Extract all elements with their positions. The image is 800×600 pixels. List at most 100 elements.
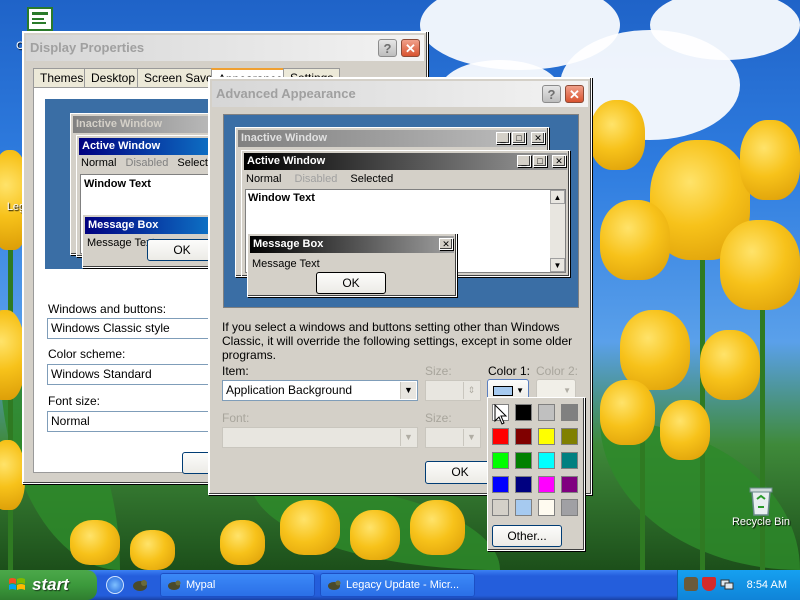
color-swatch[interactable] — [538, 404, 555, 421]
windows-buttons-label: Windows and buttons: — [48, 302, 167, 316]
cursor-arrow-icon — [494, 404, 508, 425]
security-shield-icon[interactable] — [702, 577, 716, 591]
minimize-icon: _ — [517, 155, 531, 167]
display-properties-titlebar[interactable]: Display Properties ? ✕ — [26, 35, 424, 61]
menu-normal: Normal — [81, 157, 117, 169]
system-tray: 8:54 AM — [677, 570, 800, 600]
item-select[interactable]: Application Background ▼ — [222, 380, 418, 401]
color-swatch[interactable] — [538, 476, 555, 493]
color-swatch[interactable] — [492, 428, 509, 445]
task-label: Legacy Update - Micr... — [346, 579, 460, 591]
info-text: If you select a windows and buttons sett… — [222, 320, 573, 362]
tulip — [410, 500, 465, 555]
tulip — [130, 530, 175, 570]
minimize-icon: _ — [496, 132, 510, 144]
taskbar: start Mypal Legacy Update - Micr... 8:54… — [0, 570, 800, 600]
menu-normal: Normal — [246, 173, 282, 185]
color-palette-popup: Other... — [487, 397, 585, 551]
tulip — [70, 520, 120, 565]
close-button[interactable]: ✕ — [565, 85, 584, 103]
menu-disabled: Disabled — [294, 173, 338, 185]
close-icon: ✕ — [531, 132, 545, 144]
font-label: Font: — [222, 411, 250, 425]
mypal-quicklaunch-icon[interactable] — [131, 576, 149, 594]
tulip — [220, 520, 265, 565]
clock[interactable]: 8:54 AM — [747, 570, 787, 600]
menu-selected: Selected — [350, 173, 394, 185]
internet-explorer-icon[interactable] — [106, 576, 124, 594]
window-text: Window Text — [84, 178, 151, 190]
stem — [760, 300, 765, 570]
color-swatch[interactable] — [492, 499, 509, 516]
network-icon[interactable] — [720, 577, 734, 591]
color-swatch[interactable] — [538, 452, 555, 469]
preview-inactive-title: Inactive Window — [73, 116, 229, 133]
size-spinner: ⇕ — [425, 380, 481, 401]
color-swatch[interactable] — [492, 452, 509, 469]
taskbar-item-legacy-update[interactable]: Legacy Update - Micr... — [320, 573, 475, 597]
tulip — [590, 100, 645, 170]
appearance-preview: Inactive Window Active Window Normal Dis… — [45, 99, 238, 269]
color-swatch[interactable] — [538, 428, 555, 445]
document-icon — [25, 6, 55, 34]
start-label: start — [32, 575, 69, 594]
ok-button[interactable]: OK — [425, 461, 495, 484]
font-select: ▼ — [222, 427, 418, 448]
tulip — [720, 220, 800, 310]
close-button[interactable]: ✕ — [401, 39, 420, 57]
taskbar-item-mypal[interactable]: Mypal — [160, 573, 315, 597]
item-select-value: Application Background — [226, 383, 353, 397]
size-label: Size: — [425, 364, 452, 378]
chevron-down-icon: ▼ — [400, 429, 416, 446]
tray-app-icon[interactable] — [684, 577, 698, 591]
font-size-label: Font size: — [48, 394, 101, 408]
other-colors-button[interactable]: Other... — [492, 525, 562, 547]
color-swatch[interactable] — [515, 404, 532, 421]
preview-message-box: Message Box ✕ Message Text OK — [247, 233, 457, 297]
font-size-select: ▼ — [425, 427, 481, 448]
preview-ok-button: OK — [147, 239, 217, 261]
tulip — [740, 120, 800, 200]
color-swatch[interactable] — [561, 428, 578, 445]
message-text: Message Text — [252, 258, 320, 270]
desktop-icon-recycle-bin[interactable]: Recycle Bin — [726, 485, 796, 528]
maximize-icon: □ — [533, 155, 547, 167]
advanced-appearance-titlebar[interactable]: Advanced Appearance ? ✕ — [212, 81, 588, 107]
close-icon: ✕ — [552, 155, 566, 167]
desktop-icon-label: Recycle Bin — [731, 516, 791, 528]
message-box-title: Message Box — [250, 236, 454, 253]
color-scheme-select[interactable]: Windows Standard — [47, 364, 223, 385]
menu-disabled: Disabled — [125, 157, 169, 169]
color-swatch[interactable] — [492, 476, 509, 493]
spinner-icon: ⇕ — [463, 382, 479, 399]
color-swatch[interactable] — [561, 452, 578, 469]
color-swatch[interactable] — [515, 499, 532, 516]
color1-label: Color 1: — [488, 364, 531, 378]
color-swatch[interactable] — [561, 499, 578, 516]
windows-buttons-select[interactable]: Windows Classic style — [47, 318, 223, 339]
tulip — [600, 200, 670, 280]
start-button[interactable]: start — [0, 570, 97, 600]
preview-ok-button: OK — [316, 272, 386, 294]
task-label: Mypal — [186, 579, 216, 591]
scroll-down-icon: ▼ — [550, 258, 565, 272]
tulip — [350, 510, 400, 560]
recycle-bin-icon — [746, 485, 776, 516]
preview-menu: Normal Disabled Selected — [81, 157, 220, 169]
color1-swatch — [493, 386, 513, 396]
color-swatch[interactable] — [515, 452, 532, 469]
preview-scrollbar: ▲ ▼ — [550, 190, 565, 272]
color-swatch[interactable] — [515, 476, 532, 493]
tab-desktop[interactable]: Desktop — [84, 68, 143, 87]
item-label: Item: — [222, 364, 249, 378]
color-swatch[interactable] — [561, 476, 578, 493]
window-title: Advanced Appearance — [216, 86, 356, 101]
font-size-select[interactable]: Normal — [47, 411, 223, 432]
color-swatch[interactable] — [538, 499, 555, 516]
help-button[interactable]: ? — [542, 85, 561, 103]
mypal-icon — [168, 580, 181, 590]
color-swatch[interactable] — [561, 404, 578, 421]
color-swatch[interactable] — [515, 428, 532, 445]
tab-themes[interactable]: Themes — [33, 68, 91, 87]
help-button[interactable]: ? — [378, 39, 397, 57]
